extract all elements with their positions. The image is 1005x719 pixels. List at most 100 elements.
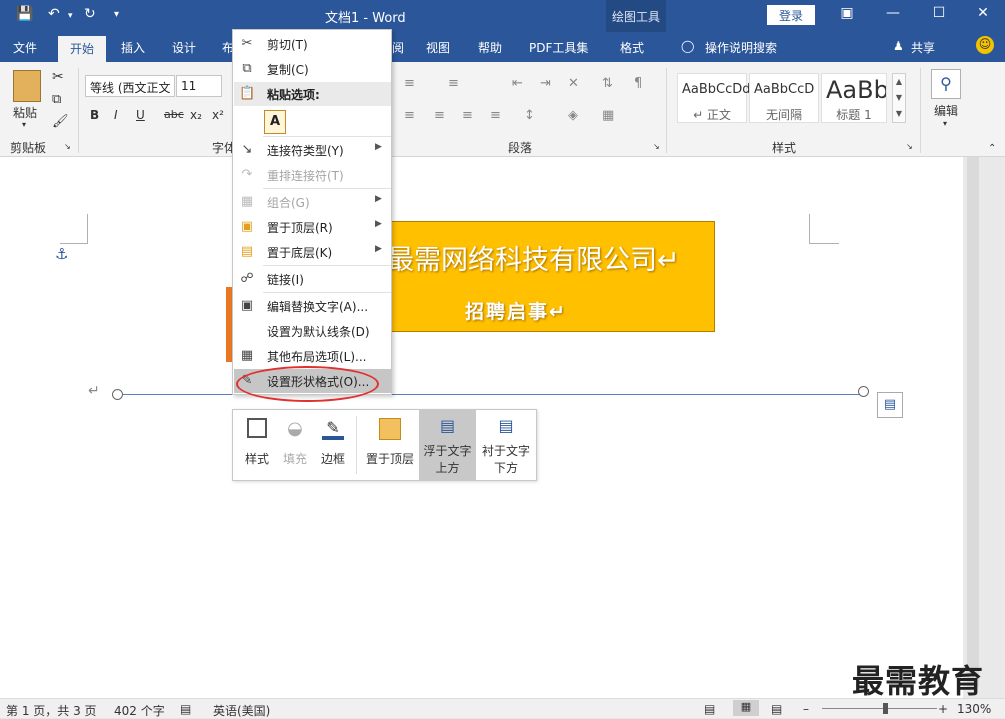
link-icon: ☍ [240,271,254,286]
vertical-scrollbar[interactable] [963,157,1005,698]
redo-icon[interactable]: ↻ [84,6,96,22]
align-left-icon[interactable]: ≡ [404,108,415,123]
tab-view[interactable]: 视图 [426,39,450,56]
style-no-spacing[interactable]: AaBbCcD 无间隔 [749,73,819,123]
chinese-layout-icon[interactable]: ✕ [568,76,579,91]
ribbon-display-icon[interactable]: ▣ [832,5,862,21]
align-right-icon[interactable]: ≡ [462,108,473,123]
editing-dropdown-icon[interactable]: ▾ [943,119,947,128]
company-textbox[interactable]: 最需网络科技有限公司↵ 招聘启事↵ [372,221,715,332]
bring-front-button[interactable]: 置于顶层 [361,410,419,480]
zoom-in-icon[interactable]: + [938,702,948,716]
behind-text-button[interactable]: ▤ 衬于文字 下方 [477,410,535,480]
proofing-icon[interactable]: ▤ [180,702,191,716]
tab-pdf[interactable]: PDF工具集 [529,39,588,56]
justify-icon[interactable]: ≡ [490,108,501,123]
close-icon[interactable]: ✕ [968,5,998,21]
line-start-handle[interactable] [112,389,123,400]
tab-format[interactable]: 格式 [620,39,644,56]
menu-item-set-default-line[interactable]: 设置为默认线条(D) [234,319,391,343]
layout-options-icon[interactable]: ▤ [877,392,903,418]
superscript-button[interactable]: x² [212,108,224,122]
customize-icon[interactable]: ▾ [114,9,119,20]
copy-icon[interactable]: ⧉ [52,92,61,107]
show-marks-icon[interactable]: ¶ [634,76,642,91]
borders-icon[interactable]: ▦ [602,108,614,123]
menu-item-more-layout[interactable]: ▦ 其他布局选项(L)... [234,344,391,368]
smiley-icon[interactable]: ☺ [976,36,994,54]
bullets-icon[interactable]: ≡ [404,76,415,91]
menu-item-alt-text[interactable]: ▣ 编辑替换文字(A)... [234,294,391,318]
zoom-slider[interactable] [822,708,937,709]
paste-button[interactable]: 粘贴 [13,104,37,121]
save-icon[interactable]: 💾 [16,6,33,22]
increase-indent-icon[interactable]: ⇥ [540,76,551,91]
undo-dropdown-icon[interactable]: ▾ [68,11,73,21]
tell-me-search[interactable]: 操作说明搜索 [705,39,777,56]
in-front-of-text-button[interactable]: ▤ 浮于文字 上方 [419,410,476,480]
italic-button[interactable]: I [114,108,118,122]
print-layout-icon[interactable]: ▦ [733,700,759,716]
sort-icon[interactable]: ⇅ [602,76,613,91]
undo-icon[interactable]: ↶ [48,6,60,22]
menu-item-cut[interactable]: ✂ 剪切(T) [234,32,391,56]
align-center-icon[interactable]: ≡ [434,108,445,123]
style-button[interactable]: 样式 [236,410,278,480]
mini-toolbar: 样式 ◒ 填充 ✎ 边框 置于顶层 ▤ 浮于文字 上方 ▤ 衬于文字 下方 [232,409,537,481]
read-mode-icon[interactable]: ▤ [704,702,715,716]
cut-icon[interactable]: ✂ [52,69,64,85]
web-layout-icon[interactable]: ▤ [771,702,782,716]
zoom-slider-thumb[interactable] [883,703,888,714]
collapse-ribbon-icon[interactable]: ⌃ [988,143,996,154]
strikethrough-button[interactable]: abc [164,108,184,121]
line-spacing-icon[interactable]: ↕ [524,108,535,123]
scroll-thumb[interactable] [967,157,979,687]
menu-label: 链接(I) [267,273,304,287]
page-count[interactable]: 第 1 页，共 3 页 [6,702,97,719]
language[interactable]: 英语(美国) [213,702,270,719]
zoom-level[interactable]: 130% [957,702,991,716]
tab-home[interactable]: 开始 [58,36,106,62]
style-normal[interactable]: AaBbCcDd ↵ 正文 [677,73,751,123]
menu-item-copy[interactable]: ⧉ 复制(C) [234,57,391,81]
border-button[interactable]: ✎ 边框 [313,410,353,480]
font-name-combo[interactable]: 等线 (西文正文 [85,75,175,97]
paste-keep-text-icon[interactable]: A [264,110,286,134]
connector-line[interactable] [117,394,864,395]
clipboard-launcher-icon[interactable]: ↘ [64,142,71,151]
styles-launcher-icon[interactable]: ↘ [906,142,913,151]
tab-review[interactable]: 阅 [392,39,404,56]
bold-button[interactable]: B [90,108,99,122]
minimize-icon[interactable]: — [878,5,908,21]
style-heading-1[interactable]: AaBb 标题 1 [821,73,887,123]
recruitment-heading: 招聘启事↵ [465,301,567,323]
login-button[interactable]: 登录 [767,5,815,25]
menu-item-bring-front[interactable]: ▣ 置于顶层(R) ▶ [234,215,391,239]
tab-help[interactable]: 帮助 [478,39,502,56]
underline-button[interactable]: U [136,108,145,122]
company-name: 最需网络科技有限公司↵ [387,245,680,276]
font-size-combo[interactable]: 11 [176,75,222,97]
tab-design[interactable]: 设计 [172,39,196,56]
shading-icon[interactable]: ◈ [568,108,578,123]
menu-item-connector-type[interactable]: ↘ 连接符类型(Y) ▶ [234,138,391,162]
decrease-indent-icon[interactable]: ⇤ [512,76,523,91]
line-end-handle[interactable] [858,386,869,397]
editing-button[interactable]: 编辑 [934,102,958,119]
paste-icon[interactable] [13,70,41,102]
styles-scroll-icon[interactable]: ▲ ▼ ▼ [892,73,906,123]
numbering-icon[interactable]: ≡ [448,76,459,91]
search-icon[interactable]: ⚲ [931,69,961,99]
maximize-icon[interactable]: ☐ [924,5,954,21]
share-button[interactable]: 共享 [911,39,935,56]
word-count[interactable]: 402 个字 [114,702,165,719]
paragraph-launcher-icon[interactable]: ↘ [653,142,660,151]
paste-dropdown-icon[interactable]: ▾ [22,120,26,129]
tab-file[interactable]: 文件 [13,39,37,56]
subscript-button[interactable]: x₂ [190,108,202,122]
zoom-out-icon[interactable]: – [803,702,809,716]
menu-item-send-back[interactable]: ▤ 置于底层(K) ▶ [234,240,391,264]
tab-insert[interactable]: 插入 [121,39,145,56]
menu-item-link[interactable]: ☍ 链接(I) [234,267,391,291]
format-painter-icon[interactable]: 🖌 [52,114,69,129]
